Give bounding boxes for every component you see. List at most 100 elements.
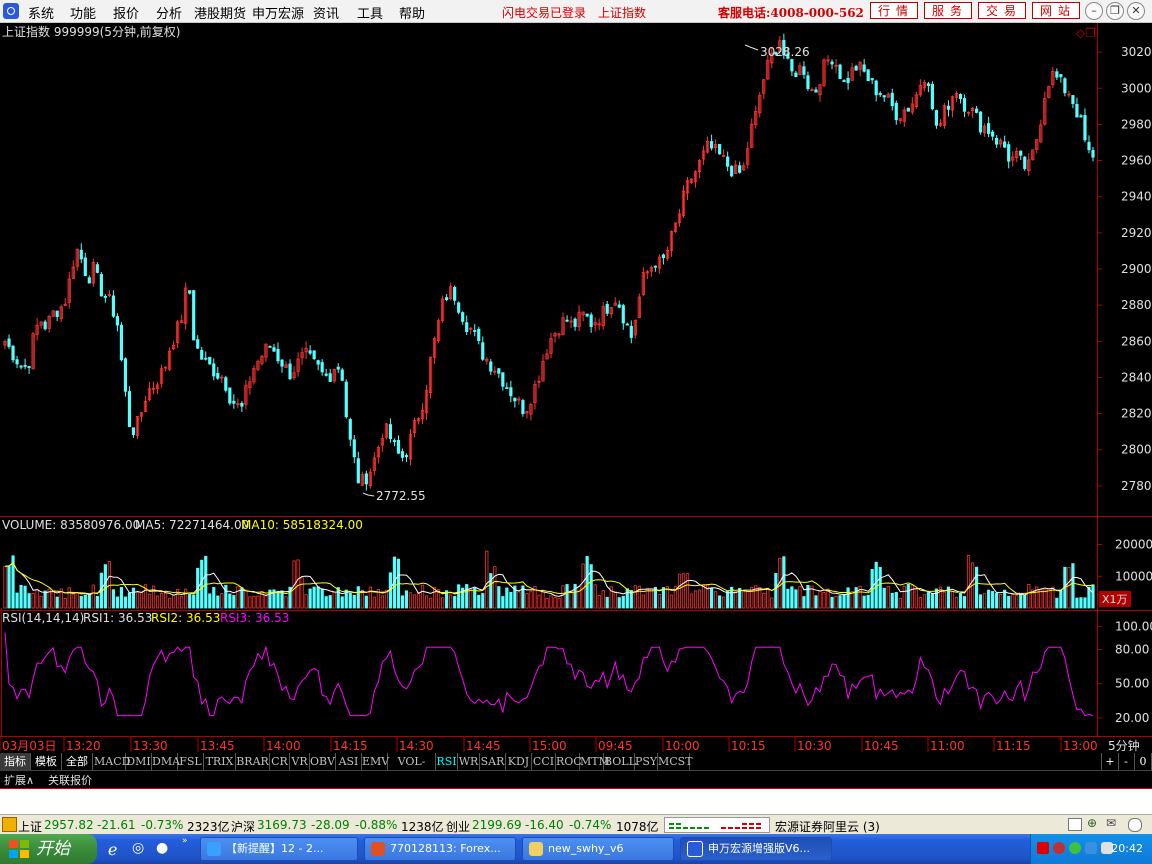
kline-chart[interactable]: 20000 10000 100.00 80.00 50.00 20.00 3020 300… [0,23,1152,753]
tab-indicator-cci[interactable]: CCI [532,753,556,770]
info-icon[interactable]: ✉ [1106,816,1116,830]
candle-body [224,377,228,391]
browser-icon[interactable]: ◎ [132,840,144,856]
cy-price: 2199.69 [472,818,522,832]
tray-network-icon[interactable] [1085,842,1097,854]
menu-system[interactable]: 系统 [28,3,54,22]
time-axis-label: 13:20 [66,739,101,753]
period-label[interactable]: 5分钟 [1108,738,1140,753]
tray-flag-icon[interactable] [1037,842,1049,854]
volume-bar [424,595,429,609]
chart-corner-icon[interactable]: ◇❐ [1076,26,1096,40]
tab-indicator-sar[interactable]: SAR [480,753,506,770]
task-forex[interactable]: 770128113: Forex... [364,837,516,861]
volume-bar [822,592,826,609]
tab-indicator-asi[interactable]: ASI [336,753,362,770]
window-icon[interactable] [1068,818,1082,831]
expand-toggle[interactable]: 扩展∧ [4,772,34,788]
status-icon[interactable] [2,817,17,832]
related-quote-tab[interactable]: 关联报价 [48,772,92,788]
chart-area[interactable]: 20000 10000 100.00 80.00 50.00 20.00 3020 300… [0,23,1152,753]
candle-body [336,366,340,370]
tab-indicator-fsl[interactable]: FSL [178,753,204,770]
reset-button[interactable]: 0 [1135,753,1152,770]
volume-bar [155,595,160,609]
start-button[interactable]: 开始 [0,834,97,864]
tab-indicator-macd[interactable]: MACD [94,753,130,770]
menu-hk-futures[interactable]: 港股期货 [194,3,246,22]
candle-body [131,427,136,435]
volume-bar [248,596,252,609]
volume-bar [27,593,31,609]
volume-bar [1059,590,1063,609]
zoom-in-button[interactable]: + [1101,753,1119,770]
candle-body [573,318,577,327]
volume-bar [934,588,939,609]
close-icon[interactable]: ✕ [1127,2,1145,20]
menu-help[interactable]: 帮助 [399,3,425,22]
menu-analysis[interactable]: 分析 [156,3,182,22]
volume-bar [641,594,645,609]
candle-body [882,95,886,98]
tab-indicator-emv[interactable]: EMV [362,753,389,770]
tab-indicator-brar[interactable]: BRAR [236,753,270,770]
restore-icon[interactable]: ❐ [1106,2,1124,20]
flash-trade-status[interactable]: 闪电交易已登录 [502,4,586,21]
website-button[interactable]: 网站 [1032,2,1080,19]
volume-bar [794,589,798,609]
tab-group-indicators[interactable]: 指标 [0,753,31,770]
candle-body [453,286,457,301]
menu-function[interactable]: 功能 [70,3,96,22]
tab-indicator-mtm[interactable]: MTM [580,753,610,770]
trade-button[interactable]: 交易 [978,2,1026,19]
tab-indicator-boll[interactable]: BOLL [604,753,636,770]
volume-bar [786,588,790,609]
volume-bar [256,595,260,609]
market-button[interactable]: 行情 [870,2,918,19]
tab-indicator-cr[interactable]: CR [270,753,290,770]
tab-indicator-trix[interactable]: TRIX [204,753,236,770]
volume-bar [999,594,1003,609]
tab-indicator-roc[interactable]: ROC [556,753,582,770]
tab-indicator-vr[interactable]: VR [290,753,310,770]
zoom-out-button[interactable]: - [1118,753,1135,770]
task-folder[interactable]: new_swhy_v6 [522,837,674,861]
menu-tools[interactable]: 工具 [357,3,383,22]
tab-indicator-wr[interactable]: WR [458,753,480,770]
time-axis-label: 13:00 [1063,739,1098,753]
tray-play-icon[interactable] [1069,842,1081,854]
service-button[interactable]: 服务 [924,2,972,19]
volume-bar [91,584,95,609]
tab-indicator-vol-tdx[interactable]: VOL-TDX [388,753,436,785]
tab-group-templates[interactable]: 模板 [31,753,62,770]
tab-indicator-dma[interactable]: DMA [152,753,180,770]
tab-group-all[interactable]: 全部 [62,753,93,770]
volume-bar [557,597,561,609]
task-reminder[interactable]: 【新提醒】12 - 2... [200,837,358,861]
minimize-icon[interactable]: – [1085,2,1103,20]
tab-indicator-obv[interactable]: OBV [310,753,336,770]
volume-bar [593,584,597,609]
volume-bar [846,587,850,609]
expand-bar: 扩展∧ 关联报价 [0,770,1152,788]
media-icon[interactable]: ● [156,840,168,856]
ie-icon[interactable]: ℯ [108,840,117,859]
tray-security-icon[interactable] [1053,842,1065,854]
tab-indicator-rsi[interactable]: RSI [436,753,458,770]
server-name[interactable]: 宏源证券阿里云 (3) [775,818,880,835]
tab-indicator-psy[interactable]: PSY [635,753,658,770]
menu-news[interactable]: 资讯 [313,3,339,22]
menu-swhy[interactable]: 申万宏源 [252,3,304,22]
settings-icon[interactable] [1128,818,1142,832]
volume-bar [83,594,87,609]
quicklaunch-chevron-icon[interactable]: » [182,836,188,846]
candle-body [272,347,276,352]
cy-change: -16.40 [525,818,564,832]
tab-indicator-kdj[interactable]: KDJ [506,753,532,770]
tab-indicator-mcst[interactable]: MCST [658,753,693,770]
menu-quote[interactable]: 报价 [113,3,139,22]
task-swhy-app[interactable]: 申万宏源增强版V6... [680,837,832,861]
candle-body [866,69,870,82]
network-icon[interactable]: ⊕ [1087,816,1097,830]
tab-indicator-dmi[interactable]: DMI [126,753,152,770]
